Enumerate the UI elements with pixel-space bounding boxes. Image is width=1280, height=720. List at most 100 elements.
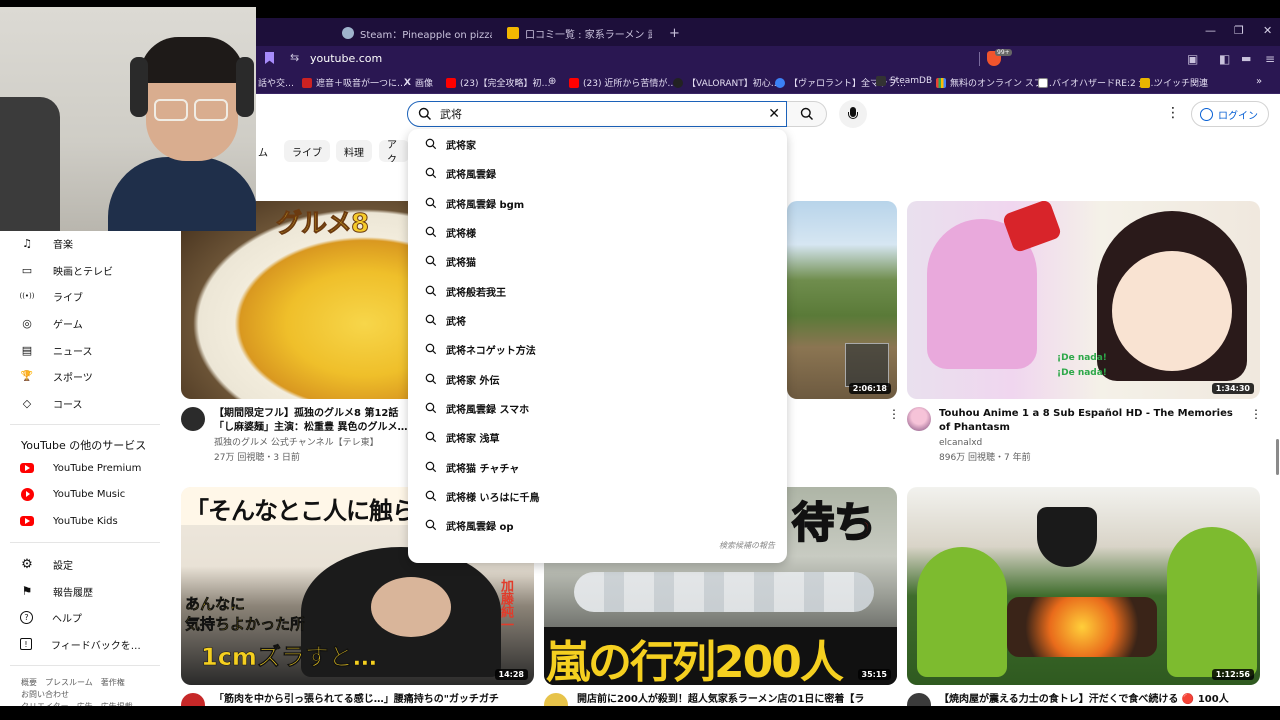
suggestion-item[interactable]: 武将風雲録 op xyxy=(408,511,787,540)
bookmarks-overflow-icon[interactable]: » xyxy=(1256,76,1262,87)
search-input[interactable] xyxy=(440,105,740,123)
bookmark-item[interactable]: 無料のオンライン スプ… xyxy=(936,76,1052,89)
channel-avatar[interactable] xyxy=(907,693,931,706)
suggestion-item[interactable]: 武将風雲録 xyxy=(408,159,787,188)
bookmark-item[interactable]: 遮音＋吸音が一つに… xyxy=(302,76,406,89)
sidebar-item-youtube-kids[interactable]: YouTube Kids xyxy=(20,510,118,532)
bookmark-item[interactable]: 話や交… xyxy=(258,76,294,89)
bookmark-folder[interactable]: ツイッチ関連 xyxy=(1140,76,1208,89)
login-label: ログイン xyxy=(1218,110,1258,122)
video-title[interactable]: 「筋肉を中から引っ張られてる感じ…」腰痛持ちの"ガッチガチ xyxy=(214,693,524,706)
sidebar-item-sports[interactable]: 🏆 スポーツ xyxy=(20,365,93,387)
suggestion-item[interactable]: 武将ネコゲット方法 xyxy=(408,335,787,364)
channel-name[interactable]: elcanalxd xyxy=(939,436,982,450)
suggestion-text: 武将家 外伝 xyxy=(446,376,500,387)
minimize-button[interactable]: — xyxy=(1205,24,1216,37)
maximize-button[interactable]: ❐ xyxy=(1234,24,1244,37)
channel-avatar[interactable] xyxy=(907,407,931,431)
video-meta: 896万 回視聴・7 年前 xyxy=(939,453,1031,463)
channel-avatar[interactable] xyxy=(181,693,205,706)
bookmark-item[interactable]: X 画像 xyxy=(404,76,433,90)
search-icon xyxy=(425,490,437,502)
video-thumbnail[interactable]: 1:12:56 xyxy=(907,487,1260,685)
person-hair xyxy=(140,37,244,83)
bookmark-item[interactable]: 【VALORANT】初心… xyxy=(673,76,780,89)
video-title[interactable]: Touhou Anime 1 a 8 Sub Español HD - The … xyxy=(939,407,1239,435)
site-info-icon[interactable]: ⇆ xyxy=(290,51,299,64)
minimap xyxy=(845,343,889,387)
tab-ramen-review[interactable]: 口コミ一覧 : 家系ラーメン 武将家 - 秋葉原/ラー xyxy=(507,23,652,43)
search-icon xyxy=(418,107,431,120)
video-more-icon[interactable]: ⋮ xyxy=(888,407,900,421)
suggestion-item[interactable]: 武将家 浅草 xyxy=(408,423,787,452)
channel-avatar[interactable] xyxy=(181,407,205,431)
suggestion-item[interactable]: 武将 xyxy=(408,306,787,335)
page-scrollbar[interactable] xyxy=(1276,439,1279,475)
sidebar-item-live[interactable]: ((•)) ライブ xyxy=(19,285,83,307)
bookmark-favicon-icon xyxy=(1038,77,1048,88)
sidebar-toggle-icon[interactable]: ◧ xyxy=(1219,52,1230,66)
chair-shape xyxy=(0,97,60,231)
suggestion-item[interactable]: 武将様 xyxy=(408,218,787,247)
chip-live[interactable]: ライブ xyxy=(284,140,330,162)
sidebar-item-help[interactable]: ? ヘルプ xyxy=(20,606,82,628)
suggestion-item[interactable]: 武将猫 チャチャ xyxy=(408,453,787,482)
glasses-right xyxy=(194,99,228,121)
bookmark-label: 画像 xyxy=(414,79,433,89)
video-thumbnail[interactable]: 2:06:18 xyxy=(787,201,897,399)
sidebar-item-music[interactable]: ♫ 音楽 xyxy=(20,232,73,254)
new-tab-button[interactable]: + xyxy=(669,23,680,43)
voice-search-button[interactable] xyxy=(839,100,867,128)
suggestion-item[interactable]: 武将風雲録 bgm xyxy=(408,189,787,218)
search-button[interactable] xyxy=(787,101,827,127)
search-box[interactable]: ✕ xyxy=(407,101,787,127)
vpn-icon[interactable]: ▬ xyxy=(1241,52,1251,65)
search-icon xyxy=(425,255,437,267)
suggestion-text: 武将 xyxy=(446,317,466,328)
sidebar-item-youtube-premium[interactable]: YouTube Premium xyxy=(20,457,141,479)
suggestion-item[interactable]: 武将家 xyxy=(408,130,787,159)
video-more-icon[interactable]: ⋮ xyxy=(1250,407,1262,421)
close-window-button[interactable]: ✕ xyxy=(1263,24,1272,37)
sidebar-item-movies[interactable]: ▭ 映画とテレビ xyxy=(20,259,113,281)
bookmark-icon[interactable] xyxy=(265,52,274,64)
duration-badge: 1:34:30 xyxy=(1211,383,1254,394)
sidebar-item-news[interactable]: ▤ ニュース xyxy=(20,339,93,361)
tab-steam[interactable]: Steam：Pineapple on pizza xyxy=(342,23,492,43)
login-button[interactable]: ログイン xyxy=(1191,101,1269,127)
sidebar-item-gaming[interactable]: ◎ ゲーム xyxy=(20,312,83,334)
bookmark-item[interactable]: ⊕ xyxy=(548,76,556,87)
chip-cooking[interactable]: 料理 xyxy=(336,140,372,162)
sidebar-footer-links[interactable]: 概要 プレスルーム 著作権 お問い合わせ クリエイター 広告 広告掲載 xyxy=(21,677,161,706)
sidebar-item-settings[interactable]: ⚙ 設定 xyxy=(20,553,73,575)
bookmark-item[interactable]: (23) 近所から苦情が… xyxy=(569,76,676,89)
sidebar-item-youtube-music[interactable]: YouTube Music xyxy=(20,483,125,505)
suggestion-item[interactable]: 武将風雲録 スマホ xyxy=(408,394,787,423)
channel-avatar[interactable] xyxy=(544,693,568,706)
channel-name[interactable]: 孤独のグルメ 公式チャンネル【テレ東】 xyxy=(214,436,409,450)
suggestion-item[interactable]: 武将様 いろはに千鳥 xyxy=(408,482,787,511)
suggestion-item[interactable]: 武将猫 xyxy=(408,247,787,276)
video-title[interactable]: 開店前に200人が殺到！超人気家系ラーメン店の1日に密着【ラ xyxy=(577,693,887,706)
cast-icon[interactable]: ▣ xyxy=(1187,52,1198,66)
microphone-stand-icon xyxy=(848,112,858,119)
suggestion-item[interactable]: 武将般若我王 xyxy=(408,277,787,306)
bookmark-item[interactable]: (23)【完全攻略】初… xyxy=(446,76,550,89)
sidebar-item-report-history[interactable]: ⚑ 報告履歴 xyxy=(20,580,93,602)
settings-more-icon[interactable]: ⋮ xyxy=(1166,104,1180,122)
video-title[interactable]: 【期間限定フル】孤独のグルメ8 第12話「し麻婆麺」主演：松重豊 異色のグルメ… xyxy=(214,407,409,435)
menu-icon[interactable]: ≡ xyxy=(1265,52,1275,66)
sidebar-item-courses[interactable]: ◇ コース xyxy=(20,392,83,414)
url-field[interactable]: youtube.com xyxy=(310,52,382,65)
sidebar-item-feedback[interactable]: ! フィードバックを… xyxy=(20,633,141,655)
video-thumbnail[interactable]: ¡De nada! ¡De nada! 1:34:30 xyxy=(907,201,1260,399)
video-title[interactable]: 【焼肉屋が震える力士の食トレ】汗だくで食べ続ける 🔴 100人 xyxy=(939,693,1259,706)
bookmark-item[interactable]: SteamDB xyxy=(876,76,932,86)
search-icon xyxy=(425,373,437,385)
newspaper-icon: ▤ xyxy=(21,343,33,357)
clear-search-icon[interactable]: ✕ xyxy=(768,105,780,123)
suggestion-item[interactable]: 武将家 外伝 xyxy=(408,365,787,394)
chip-action[interactable]: アク xyxy=(379,140,409,162)
report-suggestions-link[interactable]: 検索候補の報告 xyxy=(719,540,775,551)
bookmark-item[interactable]: バイオハザードRE:2 全… xyxy=(1038,76,1157,89)
